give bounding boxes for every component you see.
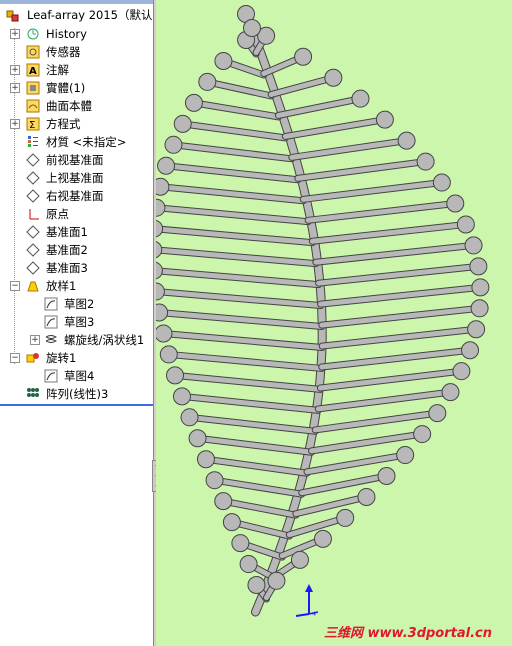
tree-root-label: Leaf-array 2015（默认: [27, 8, 153, 22]
svg-text:Σ: Σ: [29, 120, 35, 131]
tree-item[interactable]: 基准面1: [0, 223, 153, 241]
tree-item[interactable]: 草图2: [0, 295, 153, 313]
svg-text:*: *: [312, 611, 317, 621]
tree-item[interactable]: 传感器: [0, 43, 153, 61]
tree-item[interactable]: + 實體(1): [0, 79, 153, 97]
tree-item[interactable]: + History: [0, 25, 153, 43]
tree-root[interactable]: Leaf-array 2015（默认: [0, 6, 153, 24]
tree-item[interactable]: 曲面本體: [0, 97, 153, 115]
expand-toggle[interactable]: +: [10, 65, 20, 75]
tree-item[interactable]: 草图3: [0, 313, 153, 331]
tree-item-label: 右视基准面: [46, 189, 104, 203]
tree-item[interactable]: 上视基准面: [0, 169, 153, 187]
loft-icon: [27, 281, 39, 292]
tree-item-label: 草图3: [64, 315, 95, 329]
tree-item[interactable]: 基准面2: [0, 241, 153, 259]
tree-item-label: 方程式: [46, 117, 81, 131]
expand-toggle[interactable]: +: [30, 335, 40, 345]
plane-icon: [26, 243, 40, 257]
tree-item-label: 基准面2: [46, 243, 88, 257]
history-icon: [27, 28, 39, 40]
collapse-toggle[interactable]: −: [10, 353, 20, 363]
tree-item-label: 放样1: [46, 279, 77, 293]
sketch-icon: [44, 369, 58, 383]
plane-icon: [26, 153, 40, 167]
tree-item[interactable]: + A 注解: [0, 61, 153, 79]
tree-item-label: 上视基准面: [46, 171, 104, 185]
watermark: 三维网 www.3dportal.cn: [323, 626, 492, 641]
sketch-icon: [44, 297, 58, 311]
origin-icon: [29, 209, 39, 220]
graphics-viewport[interactable]: * 三维网 www.3dportal.cn: [156, 0, 512, 646]
tree-item-label: 草图2: [64, 297, 95, 311]
tree-item-label: 阵列(线性)3: [46, 387, 109, 401]
plane-icon: [26, 189, 40, 203]
tree-item-label: 草图4: [64, 369, 95, 383]
leaf-array-model[interactable]: [156, 0, 512, 646]
tree-item[interactable]: 草图4: [0, 367, 153, 385]
tree-item[interactable]: + 螺旋线/涡状线1: [0, 331, 153, 349]
tree-item-label: 注解: [46, 63, 69, 77]
plane-icon: [26, 171, 40, 185]
helix-icon: [45, 335, 57, 343]
tree-item[interactable]: 前视基准面: [0, 151, 153, 169]
expand-toggle[interactable]: +: [10, 29, 20, 39]
tree-item-label: 前视基准面: [46, 153, 104, 167]
tree-item-label: 實體(1): [46, 81, 86, 95]
tree-item-label: 传感器: [46, 45, 81, 59]
linear-pattern-icon: [27, 388, 39, 397]
tree-item-label: 基准面3: [46, 261, 88, 275]
plane-icon: [26, 225, 40, 239]
tree-item[interactable]: − 放样1: [0, 277, 153, 295]
annotation-icon: A: [26, 63, 40, 77]
tree-top-border: [0, 0, 153, 4]
svg-text:A: A: [29, 66, 37, 77]
equations-icon: Σ: [26, 117, 40, 131]
sensor-icon: [26, 45, 40, 59]
expand-toggle[interactable]: +: [10, 83, 20, 93]
tree-item-label: History: [46, 27, 87, 41]
tree-item[interactable]: 右视基准面: [0, 187, 153, 205]
tree-item[interactable]: + Σ 方程式: [0, 115, 153, 133]
tree-item-label: 原点: [46, 207, 69, 221]
triad-icon: *: [295, 584, 319, 621]
tree-item-label: 曲面本體: [46, 99, 92, 113]
tree-item[interactable]: 原点: [0, 205, 153, 223]
tree-item-label: 旋转1: [46, 351, 77, 365]
tree-item[interactable]: − 旋转1: [0, 349, 153, 367]
feature-manager-tree: Leaf-array 2015（默认 + History 传感器 + A 注解 + 實體(1)…: [0, 0, 153, 646]
tree-item-label: 基准面1: [46, 225, 88, 239]
tree-item[interactable]: 材質 <未指定>: [0, 133, 153, 151]
solid-bodies-icon: [26, 81, 40, 95]
revolve-icon: [26, 353, 39, 363]
tree-item[interactable]: 基准面3: [0, 259, 153, 277]
tree-item-label: 材質 <未指定>: [46, 135, 127, 149]
collapse-toggle[interactable]: −: [10, 281, 20, 291]
tree-item[interactable]: 阵列(线性)3: [0, 385, 153, 403]
rollback-bar[interactable]: [0, 404, 153, 406]
part-icon: [6, 10, 19, 22]
expand-toggle[interactable]: +: [10, 119, 20, 129]
plane-icon: [26, 261, 40, 275]
surface-bodies-icon: [26, 99, 40, 113]
tree-item-label: 螺旋线/涡状线1: [64, 333, 145, 347]
sketch-icon: [44, 315, 58, 329]
material-icon: [28, 136, 38, 147]
